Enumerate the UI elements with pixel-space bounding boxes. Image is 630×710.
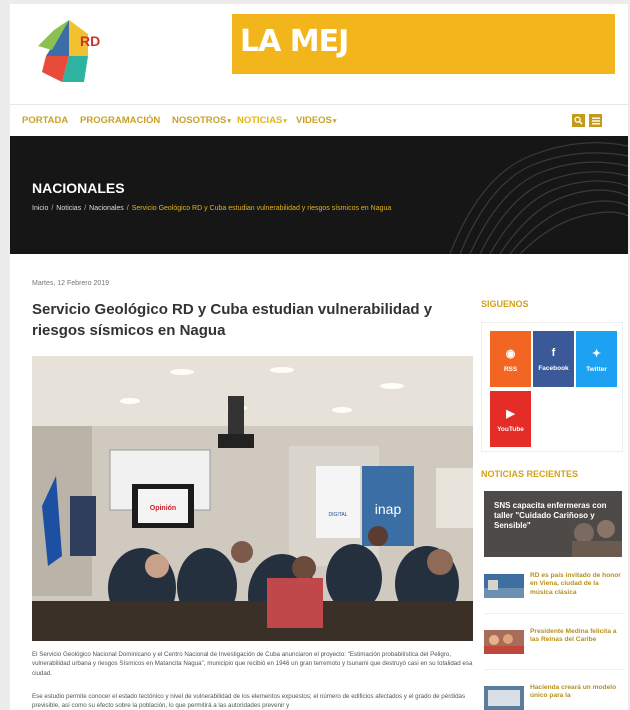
news-item[interactable]: RD es país invitado de honor en Viena, c… bbox=[484, 570, 624, 614]
facebook-button[interactable]: f Facebook bbox=[533, 331, 574, 387]
menu-button[interactable] bbox=[589, 114, 602, 127]
section-hero: NACIONALES Inicio / Noticias / Nacionales / Se… bbox=[10, 136, 628, 254]
breadcrumb-current: Servicio Geológico RD y Cuba estudian vu… bbox=[131, 205, 392, 212]
screen-text: Opinión bbox=[150, 505, 176, 512]
recent-heading: NOTICIAS RECIENTES bbox=[481, 469, 579, 479]
site-header: RD LA MEJ bbox=[10, 4, 628, 104]
news-title: RD es país invitado de honor en Viena, c… bbox=[530, 572, 621, 596]
news-title: Hacienda creará un modelo único para la bbox=[530, 684, 617, 700]
youtube-label: YouTube bbox=[497, 426, 524, 433]
rss-button[interactable]: ◉ RSS bbox=[490, 331, 531, 387]
breadcrumb-separator: / bbox=[51, 205, 54, 212]
article-photo[interactable]: Opinión DIGITAL inap bbox=[32, 356, 473, 641]
main-nav: PORTADA PROGRAMACIÓN NOSOTROS▾ NOTICIAS▾… bbox=[10, 104, 628, 136]
section-title: NACIONALES bbox=[32, 180, 125, 196]
poster-text: DIGITAL bbox=[328, 512, 347, 518]
nav-nosotros-label: NOSOTROS bbox=[172, 115, 227, 126]
article-title: Servicio Geológico RD y Cuba estudian vu… bbox=[32, 301, 433, 339]
site-logo[interactable]: RD bbox=[32, 16, 106, 90]
ad-banner[interactable]: LA MEJ bbox=[232, 14, 615, 74]
banner-text: LA MEJ bbox=[240, 24, 349, 59]
chevron-down-icon: ▾ bbox=[332, 118, 337, 125]
search-button[interactable] bbox=[572, 114, 585, 127]
youtube-icon: ▶ bbox=[506, 408, 515, 420]
rss-label: RSS bbox=[503, 366, 518, 373]
follow-heading: SIGUENOS bbox=[481, 299, 529, 309]
twitter-label: Twitter bbox=[586, 366, 607, 373]
twitter-icon: ✦ bbox=[591, 348, 602, 360]
chevron-down-icon: ▾ bbox=[283, 118, 287, 125]
news-title: Presidente Medina felicita a las Reinas … bbox=[530, 628, 617, 644]
featured-news[interactable]: SNS capacita enfermeras con taller "Cuid… bbox=[484, 491, 622, 557]
page: RD LA MEJ PORTADA PROGRAMACIÓN NOSOTROS▾… bbox=[10, 4, 628, 710]
menu-icon bbox=[591, 117, 600, 124]
logo-text: RD bbox=[80, 33, 100, 49]
breadcrumb-separator: / bbox=[84, 205, 87, 212]
twitter-button[interactable]: ✦ Twitter bbox=[576, 331, 617, 387]
news-thumbnail bbox=[484, 574, 524, 598]
nav-videos[interactable]: VIDEOS▾ bbox=[296, 115, 336, 126]
news-thumbnail bbox=[484, 630, 524, 654]
nav-videos-label: VIDEOS bbox=[296, 115, 332, 126]
breadcrumb-inicio[interactable]: Inicio bbox=[32, 205, 48, 212]
nav-programacion[interactable]: PROGRAMACIÓN bbox=[80, 115, 160, 126]
article-paragraph-1: El Servicio Geológico Nacional Dominican… bbox=[32, 651, 473, 677]
chevron-down-icon: ▾ bbox=[227, 118, 231, 125]
search-icon bbox=[574, 116, 583, 125]
article-paragraph-2: Ese estudio permite conocer el estado te… bbox=[32, 693, 466, 710]
nav-portada[interactable]: PORTADA bbox=[22, 115, 68, 126]
inap-text: inap bbox=[375, 501, 402, 517]
breadcrumb-noticias[interactable]: Noticias bbox=[56, 205, 81, 212]
news-item[interactable]: Hacienda creará un modelo único para la bbox=[484, 682, 624, 710]
nav-noticias[interactable]: NOTICIAS▾ bbox=[237, 115, 287, 126]
facebook-label: Facebook bbox=[538, 365, 569, 372]
facebook-icon: f bbox=[551, 347, 556, 359]
article-date: Martes, 12 Febrero 2019 bbox=[32, 280, 110, 287]
youtube-button[interactable]: ▶ YouTube bbox=[490, 391, 531, 447]
social-links: ◉ RSS f Facebook ✦ Twitter ▶ YouTube bbox=[481, 322, 623, 452]
rss-icon: ◉ bbox=[505, 348, 516, 360]
breadcrumb-separator: / bbox=[126, 205, 129, 212]
news-thumbnail bbox=[484, 686, 524, 710]
nav-nosotros[interactable]: NOSOTROS▾ bbox=[172, 115, 231, 126]
nav-noticias-label: NOTICIAS bbox=[237, 115, 283, 126]
breadcrumb-nacionales[interactable]: Nacionales bbox=[89, 205, 124, 212]
breadcrumb: Inicio / Noticias / Nacionales / Servicio Geol… bbox=[32, 205, 391, 212]
featured-news-title: SNS capacita enfermeras con taller "Cuid… bbox=[494, 501, 607, 530]
news-item[interactable]: Presidente Medina felicita a las Reinas … bbox=[484, 626, 624, 670]
